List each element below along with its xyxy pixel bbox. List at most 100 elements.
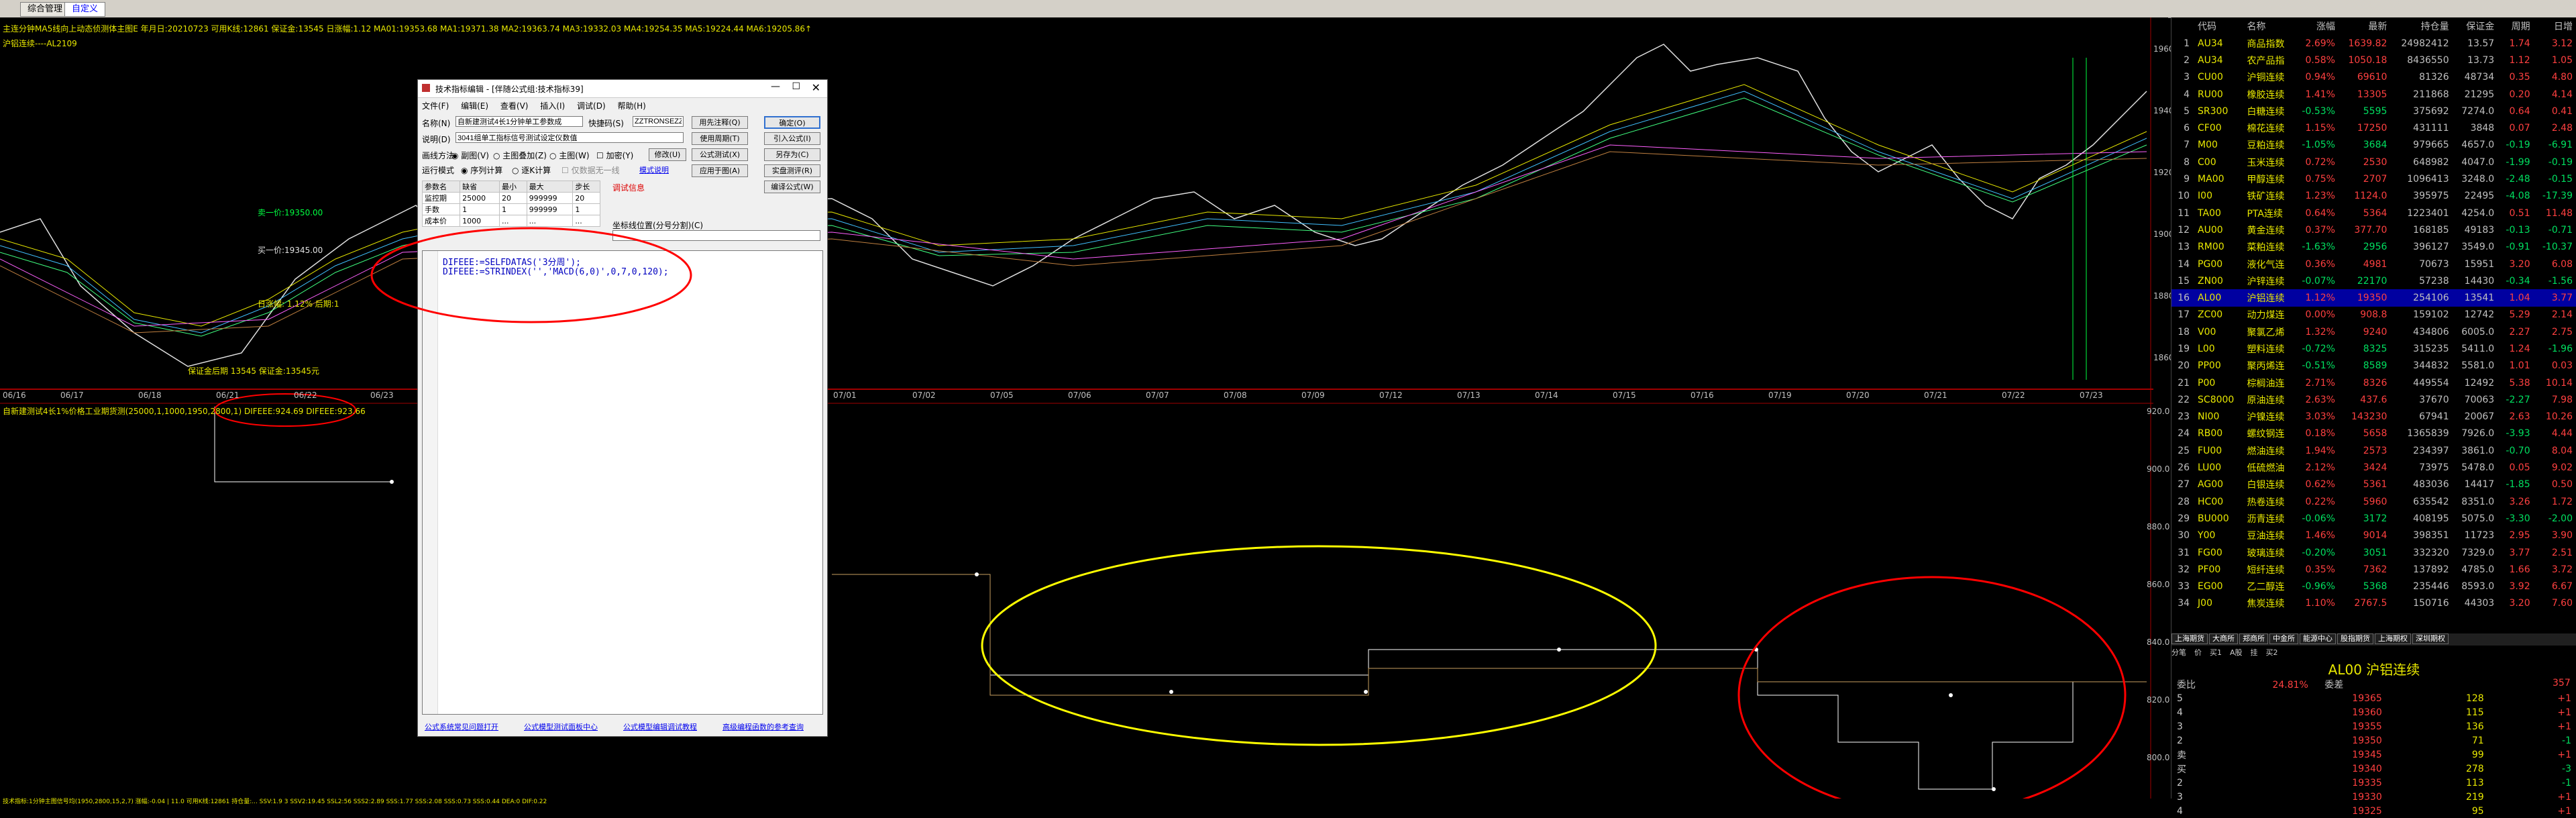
exchange-tab[interactable]: 大商所 <box>2209 633 2238 644</box>
code-line-1[interactable]: DIFEEE:=SELFDATAS('3分周'); <box>443 255 581 268</box>
code-line-2[interactable]: DIFEEE:=STRINDEX('','MACD(6,0)',0,7,0,12… <box>443 267 669 277</box>
quote-row[interactable]: 23 NI00 沪镍连续 3.03% 143230 67941 20067 2.63 10.26 <box>2171 409 2576 425</box>
quote-row[interactable]: 22 SC8000 原油连续 2.63% 437.6 37670 70063 -2.27 7.9… <box>2171 391 2576 408</box>
exchange-tab[interactable]: 能源中心 <box>2300 633 2336 644</box>
name-input[interactable] <box>455 116 583 127</box>
info-tab[interactable]: 挂 <box>2251 647 2258 658</box>
price-chart[interactable]: 主连分钟MA5线向上动态侦测体主图E 年月日:20210723 可用K线:128… <box>0 17 2179 799</box>
quote-row[interactable]: 33 EG00 乙二醇连 -0.96% 5368 235446 8593.0 3.92 6.67 <box>2171 578 2576 595</box>
bid-row[interactable]: 买 19340 278 -3 <box>2171 762 2576 776</box>
mode-help-link[interactable]: 模式说明 <box>639 164 669 175</box>
exchange-tab[interactable]: 中金所 <box>2269 633 2298 644</box>
quote-row[interactable]: 1 AU34 商品指数 2.69% 1639.82 24982412 13.57 1.74 3.… <box>2171 35 2576 52</box>
exchange-tab[interactable]: 郑商所 <box>2239 633 2268 644</box>
ask-row[interactable]: 卖 19345 99 +1 <box>2171 748 2576 762</box>
radio-subchart[interactable]: ◉ 副图(V) <box>451 150 489 161</box>
quote-row[interactable]: 18 V00 聚氯乙烯 1.32% 9240 434806 6005.0 2.27 2.75 <box>2171 323 2576 340</box>
menu-insert[interactable]: 插入(I) <box>540 101 565 111</box>
radio-main[interactable]: ○ 主图(W) <box>549 150 590 161</box>
faq-link[interactable]: 公式系统常见问题打开 <box>425 721 498 732</box>
radio-per-bar[interactable]: ○ 逐K计算 <box>512 164 551 176</box>
data-only-checkbox[interactable]: ☐ 仅数据无一线 <box>561 164 620 176</box>
axis-lines-input[interactable] <box>612 230 820 241</box>
shortcut-input[interactable] <box>633 116 684 127</box>
menu-edit[interactable]: 编辑(E) <box>461 101 488 111</box>
tab-overview[interactable]: 综合管理 <box>20 2 70 17</box>
quote-row[interactable]: 8 C00 玉米连续 0.72% 2530 648982 4047.0 -1.99 -0.19 <box>2171 154 2576 170</box>
quote-row[interactable]: 6 CF00 棉花连续 1.15% 17250 431111 3848 0.07 2.48 <box>2171 119 2576 136</box>
quote-row[interactable]: 7 M00 豆粕连续 -1.05% 3684 979665 4657.0 -0.19 -6.91 <box>2171 137 2576 154</box>
quote-row[interactable]: 30 Y00 豆油连续 1.46% 9014 398351 11723 2.95 3.90 <box>2171 527 2576 544</box>
info-tab[interactable]: 买1 <box>2210 647 2222 658</box>
minimize-icon[interactable]: — <box>771 81 780 92</box>
info-tab[interactable]: 价 <box>2194 647 2202 658</box>
quote-row[interactable]: 4 RU00 橡胶连续 1.41% 13305 211868 21295 0.20 4.14 <box>2171 86 2576 103</box>
menu-debug[interactable]: 调试(D) <box>577 101 606 111</box>
menu-help[interactable]: 帮助(H) <box>617 101 645 111</box>
quote-row[interactable]: 17 ZC00 动力煤连 0.00% 908.8 159102 12742 5.29 2.14 <box>2171 307 2576 323</box>
info-tab[interactable]: 分笔 <box>2171 647 2186 658</box>
bid-row[interactable]: 4 19325 95 +1 <box>2171 804 2576 818</box>
compile-button[interactable]: 编译公式(W) <box>764 181 820 193</box>
modify-button[interactable]: 修改(U) <box>649 148 686 161</box>
live-test-button[interactable]: 实盘测评(R) <box>764 164 820 177</box>
close-icon[interactable]: ✕ <box>812 81 820 94</box>
ask-row[interactable]: 3 19355 136 +1 <box>2171 719 2576 733</box>
info-tab[interactable]: A股 <box>2230 647 2243 658</box>
quote-row[interactable]: 16 AL00 沪铝连续 1.12% 19350 254106 13541 1.04 3.77 <box>2171 289 2576 307</box>
formula-editor-dialog[interactable]: 技术指标编辑 - [伴随公式组:技术指标39] — ☐ ✕ 文件(F) 编辑(E… <box>417 79 828 737</box>
param-row[interactable]: 手数 1 1 999999 1 <box>421 203 600 215</box>
comment-button[interactable]: 用先注释(Q) <box>692 116 748 129</box>
exchange-tab[interactable]: 深圳期权 <box>2412 633 2449 644</box>
quote-row[interactable]: 14 PG00 液化气连 0.36% 4981 70673 15951 3.20 6.08 <box>2171 256 2576 272</box>
quote-row[interactable]: 19 L00 塑料连续 -0.72% 8325 315235 5411.0 1.24 -1.96 <box>2171 340 2576 357</box>
import-button[interactable]: 引入公式(I) <box>764 132 820 145</box>
quote-row[interactable]: 15 ZN00 沪锌连续 -0.07% 22170 57238 14430 -0.34 -1.5… <box>2171 272 2576 289</box>
radio-series[interactable]: ◉ 序列计算 <box>461 164 502 176</box>
save-as-button[interactable]: 另存为(C) <box>764 148 820 161</box>
quote-row[interactable]: 5 SR300 白糖连续 -0.53% 5595 375692 7274.0 0.64 0.41 <box>2171 103 2576 119</box>
params-table[interactable]: 参数名 缺省 最小 最大 步长 监控期 25000 20 999999 20 手数 1 1 999999… <box>421 181 600 227</box>
period-button[interactable]: 使用周期(T) <box>692 132 748 145</box>
formula-test-button[interactable]: 公式测试(X) <box>692 148 748 161</box>
quote-row[interactable]: 24 RB00 螺纹钢连 0.18% 5658 1365839 7926.0 -3.93 4.4… <box>2171 425 2576 442</box>
quote-row[interactable]: 3 CU00 沪铜连续 0.94% 69610 81326 48734 0.35 4.80 <box>2171 69 2576 86</box>
maximize-icon[interactable]: ☐ <box>792 81 800 92</box>
quote-row[interactable]: 10 I00 铁矿连续 1.23% 1124.0 395975 22495 -4.08 -17.… <box>2171 188 2576 205</box>
radio-overlay[interactable]: ○ 主图叠加(Z) <box>493 150 547 161</box>
quote-row[interactable]: 34 J00 焦炭连续 1.10% 2767.5 150716 44303 3.20 7.60 <box>2171 595 2576 612</box>
apply-chart-button[interactable]: 应用于图(A) <box>692 164 748 177</box>
quote-row[interactable]: 2 AU34 农产品指 0.58% 1050.18 8436550 13.73 1.12 1.0… <box>2171 52 2576 68</box>
quote-row[interactable]: 25 FU00 燃油连续 1.94% 2573 234397 3861.0 -0.70 8.04 <box>2171 442 2576 459</box>
quote-row[interactable]: 26 LU00 低硫燃油 2.12% 3424 73975 5478.0 0.05 9.02 <box>2171 459 2576 476</box>
quote-row[interactable]: 21 P00 棕榈油连 2.71% 8326 449554 12492 5.38 10.14 <box>2171 374 2576 391</box>
quote-row[interactable]: 13 RM00 菜粕连续 -1.63% 2956 396127 3549.0 -0.91 -10… <box>2171 239 2576 256</box>
code-editor[interactable]: DIFEEE:=SELFDATAS('3分周'); DIFEEE:=STRIND… <box>422 250 823 715</box>
ask-row[interactable]: 4 19360 115 +1 <box>2171 705 2576 719</box>
quote-row[interactable]: 29 BU000 沥青连续 -0.06% 3172 408195 5075.0 -3.30 -2… <box>2171 510 2576 527</box>
quote-row[interactable]: 11 TA00 PTA连续 0.64% 5364 1223401 4254.0 0.51 11.… <box>2171 205 2576 221</box>
quote-row[interactable]: 28 HC00 热卷连续 0.22% 5960 635542 8351.0 3.26 1.72 <box>2171 493 2576 510</box>
ok-button[interactable]: 确定(O) <box>764 116 820 129</box>
tab-custom[interactable]: 自定义 <box>64 2 106 17</box>
dialog-titlebar[interactable]: 技术指标编辑 - [伴随公式组:技术指标39] — ☐ ✕ <box>418 80 827 98</box>
quote-row[interactable]: 27 AG00 白银连续 0.62% 5361 483036 14417 -1.85 0.50 <box>2171 476 2576 493</box>
quote-row[interactable]: 31 FG00 玻璃连续 -0.20% 3051 332320 7329.0 3.77 2.51 <box>2171 544 2576 561</box>
quote-row[interactable]: 12 AU00 黄金连续 0.37% 377.70 168185 49183 -0.13 -0.… <box>2171 221 2576 238</box>
function-ref-link[interactable]: 高级编程函数的参考查询 <box>722 721 804 732</box>
ask-row[interactable]: 2 19350 71 -1 <box>2171 733 2576 748</box>
menu-file[interactable]: 文件(F) <box>422 101 449 111</box>
menu-view[interactable]: 查看(V) <box>500 101 529 111</box>
quote-row[interactable]: 9 MA00 甲醇连续 0.75% 2707 1096413 3248.0 -2.48 -0.1… <box>2171 170 2576 187</box>
param-row[interactable]: 成本价 1000......... <box>421 215 600 227</box>
exchange-tab[interactable]: 上海期货 <box>2171 633 2208 644</box>
exchange-tab[interactable]: 股指期货 <box>2337 633 2373 644</box>
tutorial-link[interactable]: 公式模型编辑调试教程 <box>623 721 697 732</box>
quote-row[interactable]: 32 PF00 短纤连续 0.35% 7362 137892 4785.0 1.66 3.72 <box>2171 561 2576 578</box>
description-input[interactable] <box>455 132 684 143</box>
bid-row[interactable]: 3 19330 219 +1 <box>2171 790 2576 804</box>
info-tab[interactable]: 买2 <box>2266 647 2278 658</box>
quote-row[interactable]: 20 PP00 聚丙烯连 -0.51% 8589 344832 5581.0 1.01 0.03 <box>2171 358 2576 374</box>
ask-row[interactable]: 5 19365 128 +1 <box>2171 691 2576 705</box>
encrypt-checkbox[interactable]: ☐ 加密(Y) <box>596 150 633 161</box>
